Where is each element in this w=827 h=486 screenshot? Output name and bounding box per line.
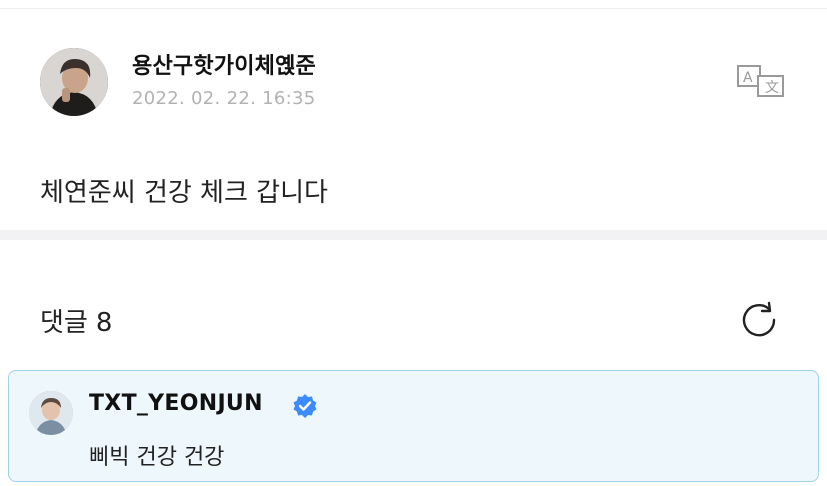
- comment-label: 댓글: [40, 308, 88, 338]
- comment-text: 삐빅 건강 건강: [89, 445, 225, 470]
- author-avatar[interactable]: [40, 48, 108, 116]
- refresh-icon[interactable]: [740, 301, 780, 339]
- section-divider: [0, 230, 827, 240]
- commenter-name[interactable]: TXT_YEONJUN: [89, 391, 263, 416]
- comment-count: 8: [95, 308, 113, 338]
- top-divider: [0, 8, 827, 9]
- translate-icon[interactable]: A 文: [736, 64, 786, 98]
- svg-text:A: A: [743, 70, 753, 86]
- commenter-avatar[interactable]: [29, 391, 73, 435]
- post-date: 2022. 02. 22. 16:35: [132, 88, 316, 109]
- svg-text:文: 文: [765, 80, 779, 96]
- post-author-name[interactable]: 용산구핫가이체옍준: [132, 48, 316, 80]
- comment-item[interactable]: TXT_YEONJUN 삐빅 건강 건강: [8, 370, 819, 482]
- comment-count-heading: 댓글 8: [40, 302, 120, 339]
- post-body-text: 체연준씨 건강 체크 갑니다: [40, 178, 328, 208]
- verified-badge-icon: [292, 393, 318, 419]
